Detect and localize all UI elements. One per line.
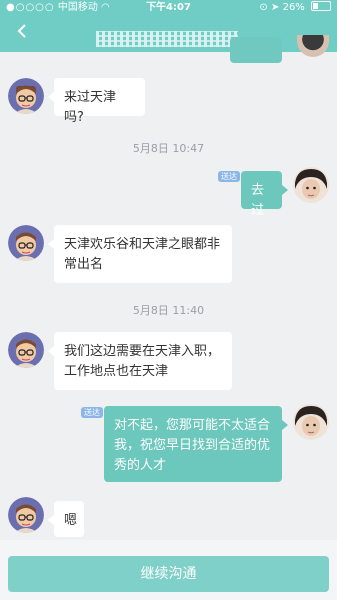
user-avatar[interactable] [293, 167, 329, 203]
timestamp: 5月8日 11:40 [132, 304, 205, 317]
contact-avatar[interactable] [8, 332, 44, 368]
chevron-left-icon [17, 24, 26, 38]
contact-avatar[interactable] [8, 78, 44, 114]
chat-header: ●○○○○ 中国移动 ◠ 下午4:07 ⊙ ➤ 26% [0, 0, 337, 63]
contact-avatar[interactable] [8, 225, 44, 261]
continue-chat-button[interactable]: 继续沟通 [8, 556, 329, 592]
avatar-illustration-icon [8, 78, 44, 114]
avatar-illustration-icon [8, 225, 44, 261]
outgoing-message[interactable]: 去过 [241, 171, 288, 218]
incoming-message[interactable]: 嗯 [48, 501, 84, 537]
delivered-tag: 送达 [81, 407, 103, 418]
message-text: 嗯 [64, 513, 78, 528]
back-icon[interactable] [14, 22, 32, 40]
avatar-illustration-icon [8, 332, 44, 368]
message-row: 送达 对不起，您那可能不太适合我，祝您早日找到合适的优秀的人才 [0, 404, 337, 484]
message-text: 来过天津吗? [64, 90, 117, 125]
avatar-illustration-icon [8, 497, 44, 533]
message-row: 嗯 [0, 497, 337, 537]
incoming-message[interactable]: 来过天津吗? [48, 78, 145, 125]
message-text: 天津欢乐谷和天津之眼都非常出名 [64, 237, 221, 272]
outgoing-message[interactable]: 对不起，您那可能不太适合我，祝您早日找到合适的优秀的人才 [104, 406, 288, 482]
lock-rotation-icon: ⊙ [259, 2, 268, 13]
chat-list[interactable]: 来过天津吗? 5月8日 10:47 送达 去过 天津欢乐谷和天津之眼都非常出名 … [0, 52, 337, 540]
battery-percent: 26% [282, 2, 305, 13]
user-avatar[interactable] [293, 404, 329, 440]
message-text: 我们这边需要在天津入职，工作地点也在天津 [64, 344, 221, 379]
obscured-title [96, 31, 238, 47]
battery-icon [311, 1, 331, 11]
message-text: 去过 [251, 183, 265, 218]
message-row: 我们这边需要在天津入职，工作地点也在天津 [0, 332, 337, 390]
location-icon: ➤ [271, 2, 280, 13]
timestamp: 5月8日 10:47 [132, 142, 205, 155]
chat-footer: 继续沟通 [0, 540, 337, 600]
status-bar: ●○○○○ 中国移动 ◠ 下午4:07 ⊙ ➤ 26% [0, 0, 337, 16]
status-right: ⊙ ➤ 26% [259, 0, 331, 16]
message-row: 天津欢乐谷和天津之眼都非常出名 [0, 225, 337, 285]
user-photo-icon [293, 404, 329, 440]
message-row: 送达 去过 [0, 167, 337, 218]
message-text: 对不起，您那可能不太适合我，祝您早日找到合适的优秀的人才 [114, 418, 271, 473]
delivered-tag: 送达 [218, 171, 240, 182]
message-row: 来过天津吗? [0, 78, 337, 125]
incoming-message[interactable]: 我们这边需要在天津入职，工作地点也在天津 [48, 332, 232, 390]
contact-avatar[interactable] [8, 497, 44, 533]
incoming-message[interactable]: 天津欢乐谷和天津之眼都非常出名 [48, 225, 232, 283]
user-photo-icon [293, 167, 329, 203]
